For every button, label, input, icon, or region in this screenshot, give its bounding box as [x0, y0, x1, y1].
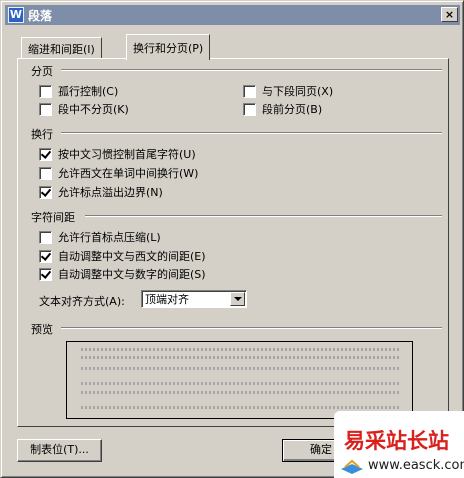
tab-label: 缩进和间距(I): [28, 43, 95, 56]
paragraph-dialog: W 段落 × 缩进和间距(I) 换行和分页(P) 分页 孤行控制(C) 与下段同…: [0, 0, 464, 478]
chevron-down-icon[interactable]: [230, 292, 245, 306]
compress-punctuation-checkbox[interactable]: 允许行首标点压缩(L): [39, 229, 161, 245]
watermark: 易采站长站 www.easck.com: [334, 411, 464, 478]
checkbox-label: 段中不分页(K): [58, 103, 129, 116]
checkbox-box: [243, 84, 256, 98]
chinese-line-break-rules-checkbox[interactable]: 按中文习惯控制首尾字符(U): [39, 146, 196, 162]
checkbox-box: [243, 102, 256, 116]
tab-label: 换行和分页(P): [133, 42, 204, 55]
section-char-spacing-label: 字符间距: [31, 211, 75, 224]
checkbox-box: [39, 249, 52, 263]
section-divider: [61, 132, 442, 134]
checkbox-label: 段前分页(B): [262, 103, 323, 116]
checkbox-box: [39, 147, 52, 161]
keep-with-next-checkbox[interactable]: 与下段同页(X): [243, 83, 333, 99]
preview-box: [66, 341, 413, 419]
checkbox-box: [39, 84, 52, 98]
checkbox-box: [39, 267, 52, 281]
preview-text-line: [81, 348, 399, 351]
text-align-select[interactable]: 顶端对齐: [141, 290, 247, 308]
text-align-label: 文本对齐方式(A):: [39, 295, 125, 308]
checkbox-label: 自动调整中文与数字的间距(S): [58, 268, 206, 281]
dialog-title: 段落: [28, 8, 53, 23]
preview-text-line: [81, 367, 399, 370]
auto-space-cn-latin-checkbox[interactable]: 自动调整中文与西文的间距(E): [39, 248, 206, 264]
section-divider: [85, 215, 442, 217]
watermark-title: 易采站长站: [344, 428, 449, 453]
keep-lines-together-checkbox[interactable]: 段中不分页(K): [39, 101, 129, 117]
checkbox-label: 与下段同页(X): [262, 85, 334, 98]
watermark-logo-icon: [341, 459, 363, 474]
page-break-before-checkbox[interactable]: 段前分页(B): [243, 101, 322, 117]
section-divider: [61, 69, 442, 71]
tab-stops-button[interactable]: 制表位(T)...: [17, 439, 102, 462]
checkbox-box: [39, 166, 52, 180]
title-bar[interactable]: W 段落 ×: [5, 5, 460, 25]
checkbox-label: 自动调整中文与西文的间距(E): [58, 250, 206, 263]
preview-text-line: [81, 391, 399, 394]
checkbox-box: [39, 102, 52, 116]
section-pagination-label: 分页: [31, 65, 53, 78]
checkbox-box: [39, 185, 52, 199]
checkbox-label: 孤行控制(C): [58, 85, 119, 98]
close-button[interactable]: ×: [441, 7, 458, 22]
checkbox-label: 允许标点溢出边界(N): [58, 186, 163, 199]
tab-line-page-breaks[interactable]: 换行和分页(P): [126, 34, 211, 60]
section-line-break-label: 换行: [31, 128, 53, 141]
section-divider: [61, 327, 442, 329]
checkbox-label: 允许西文在单词中间换行(W): [58, 167, 199, 180]
text-align-value: 顶端对齐: [145, 293, 189, 306]
checkbox-box: [39, 230, 52, 244]
checkbox-label: 允许行首标点压缩(L): [58, 231, 161, 244]
preview-text-line: [81, 356, 399, 359]
checkbox-label: 按中文习惯控制首尾字符(U): [58, 148, 196, 161]
widow-control-checkbox[interactable]: 孤行控制(C): [39, 83, 118, 99]
watermark-url: www.easck.com: [368, 458, 464, 473]
latin-word-wrap-checkbox[interactable]: 允许西文在单词中间换行(W): [39, 165, 198, 181]
preview-text-line: [81, 406, 399, 409]
tab-indent-spacing[interactable]: 缩进和间距(I): [21, 37, 102, 59]
hanging-punctuation-checkbox[interactable]: 允许标点溢出边界(N): [39, 184, 163, 200]
app-icon: W: [8, 7, 24, 23]
section-preview-label: 预览: [31, 323, 53, 336]
preview-text-line: [81, 382, 399, 385]
auto-space-cn-number-checkbox[interactable]: 自动调整中文与数字的间距(S): [39, 266, 206, 282]
